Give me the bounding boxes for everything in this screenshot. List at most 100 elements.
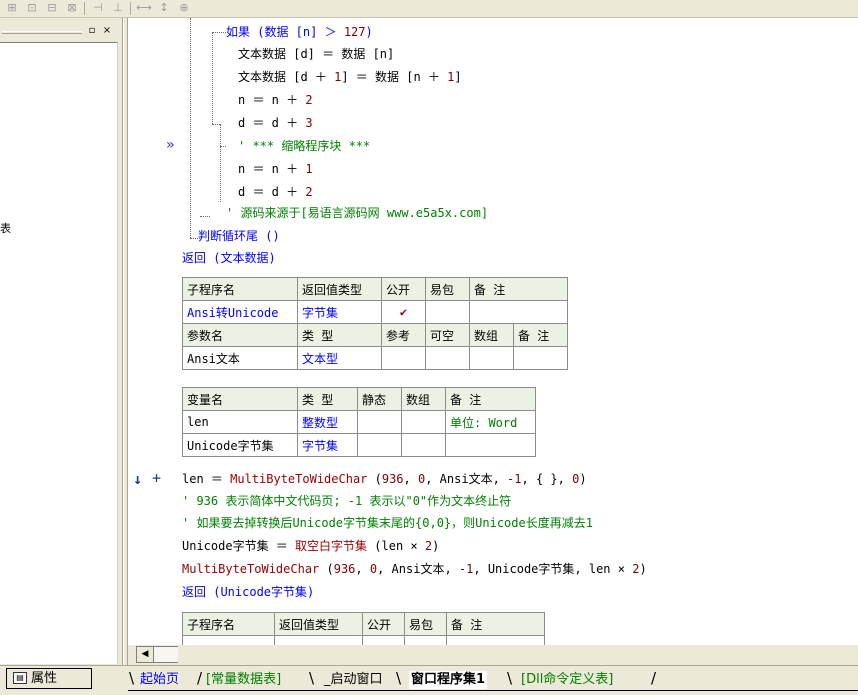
table-cell[interactable] — [357, 410, 402, 434]
table-row[interactable]: Ansi转Unicode 字节集 ✔ — [182, 300, 568, 324]
code-line[interactable]: ' 936 表示简体中文代码页; -1 表示以"0"作为文本终止符 — [182, 493, 511, 509]
code-token: 如果 (数据 [n] ＞ — [226, 25, 344, 39]
code-token: , Ansi文本, — [377, 562, 459, 576]
table-cell[interactable] — [362, 635, 405, 645]
properties-tab[interactable]: ▤ 属性 — [6, 668, 92, 689]
minimize-icon[interactable]: ▫ — [86, 25, 98, 37]
code-token: ) — [639, 562, 647, 576]
table-header-cell: 易包 — [404, 612, 447, 636]
variable-table: 变量名 类 型 静态 数组 备 注 len 整数型 单位: Word Unico… — [182, 387, 536, 457]
code-line[interactable]: 文本数据 [d ＋ 1] ＝ 数据 [n ＋ 1] — [238, 69, 462, 85]
horizontal-scrollbar[interactable]: ◀ — [128, 645, 858, 665]
tab-divider: / — [651, 669, 657, 687]
panel-grip[interactable] — [2, 31, 82, 34]
table-header-cell: 静态 — [357, 387, 402, 411]
table-cell[interactable] — [513, 346, 568, 370]
code-token: , — [403, 472, 418, 486]
code-line[interactable]: ' *** 缩略程序块 *** — [238, 138, 370, 154]
table-row[interactable]: Unicode字节集 字节集 — [182, 433, 536, 457]
arrow-down-icon[interactable]: ↓ — [133, 471, 142, 487]
code-token: 3 — [305, 116, 313, 130]
table-cell[interactable] — [445, 433, 536, 457]
tab-divider: \ — [309, 669, 315, 687]
align-center-icon[interactable]: ⊡ — [24, 1, 40, 15]
code-line[interactable]: len ＝ MultiByteToWideChar (936, 0, Ansi文… — [182, 471, 587, 487]
table-cell[interactable] — [401, 433, 446, 457]
subroutine-name-cell[interactable]: Ansi转Unicode — [182, 300, 298, 324]
table-cell[interactable] — [469, 300, 568, 324]
table-cell[interactable] — [425, 300, 470, 324]
tab-1[interactable]: [常量数据表] — [206, 671, 281, 689]
code-line[interactable]: d ＝ d ＋ 3 — [238, 115, 313, 131]
same-width-icon[interactable]: ⟷ — [136, 1, 152, 15]
table-row[interactable] — [182, 635, 545, 645]
code-token: ) — [432, 539, 440, 553]
align-left-icon[interactable]: ⊞ — [4, 1, 20, 15]
code-token: len ＝ — [182, 472, 231, 486]
table-header-cell: 返回值类型 — [274, 612, 363, 636]
table-cell[interactable] — [182, 635, 275, 645]
var-note-cell[interactable]: 单位: Word — [445, 410, 536, 434]
same-size-icon[interactable]: ⊕ — [176, 1, 192, 15]
code-token: ' 如果要去掉转换后Unicode字节集末尾的{0,0}，则Unicode长度再… — [182, 516, 593, 530]
var-name-cell[interactable]: len — [182, 410, 298, 434]
param-type-cell[interactable]: 文本型 — [297, 346, 382, 370]
code-line[interactable]: ' 源码来源于[易语言源码网 www.e5a5x.com] — [226, 205, 488, 221]
code-line[interactable]: 判断循环尾 () — [198, 228, 280, 244]
plus-icon[interactable]: + — [152, 470, 161, 486]
code-line[interactable]: 返回 (Unicode字节集) — [182, 584, 314, 600]
code-token: 1 — [305, 162, 313, 176]
properties-icon: ▤ — [13, 672, 27, 684]
var-type-cell[interactable]: 字节集 — [297, 433, 358, 457]
code-line[interactable]: 返回 (文本数据) — [182, 250, 276, 266]
code-line[interactable]: ' 如果要去掉转换后Unicode字节集末尾的{0,0}，则Unicode长度再… — [182, 515, 593, 531]
param-name-cell[interactable]: Ansi文本 — [182, 346, 298, 370]
table-header-cell: 易包 — [425, 277, 470, 301]
code-token: , — [355, 562, 370, 576]
code-line[interactable]: Unicode字节集 ＝ 取空白字节集 (len × 2) — [182, 538, 439, 554]
distribute-h-icon[interactable]: ⊣ — [90, 1, 106, 15]
tab-4[interactable]: [Dll命令定义表] — [521, 671, 613, 689]
public-checkmark-icon[interactable]: ✔ — [381, 300, 426, 324]
table-cell[interactable] — [404, 635, 447, 645]
code-token: 936 — [381, 472, 404, 486]
code-line[interactable]: n ＝ n ＋ 1 — [238, 161, 313, 177]
close-icon[interactable]: × — [101, 25, 113, 37]
same-height-icon[interactable]: ↕ — [156, 1, 172, 15]
tab-3[interactable]: 窗口程序集1 — [409, 671, 488, 689]
table-cell[interactable] — [425, 346, 470, 370]
table-header-cell: 公开 — [362, 612, 405, 636]
table-cell[interactable] — [357, 433, 402, 457]
code-editor[interactable]: » ↓ + 如果 (数据 [n] ＞ 127) 文本数据 [d] ＝ 数据 [n]… — [128, 18, 858, 645]
table-row[interactable]: Ansi文本 文本型 — [182, 346, 568, 370]
code-line[interactable]: MultiByteToWideChar (936, 0, Ansi文本, -1,… — [182, 561, 647, 577]
table-header-cell: 备 注 — [446, 612, 545, 636]
var-name-cell[interactable]: Unicode字节集 — [182, 433, 298, 457]
code-line[interactable]: 如果 (数据 [n] ＞ 127) — [226, 24, 373, 40]
return-type-cell[interactable]: 字节集 — [297, 300, 382, 324]
distribute-v-icon[interactable]: ⊥ — [110, 1, 126, 15]
table-cell[interactable] — [401, 410, 446, 434]
fold-marker-icon[interactable]: » — [166, 137, 174, 153]
align-middle-icon[interactable]: ⊠ — [64, 1, 80, 15]
tab-2[interactable]: _启动窗口 — [324, 671, 383, 689]
code-line[interactable]: d ＝ d ＋ 2 — [238, 184, 313, 200]
var-type-cell[interactable]: 整数型 — [297, 410, 358, 434]
if-guide — [212, 124, 220, 125]
subroutine-table-2: 子程序名 返回值类型 公开 易包 备 注 — [182, 612, 545, 645]
table-cell[interactable] — [381, 346, 426, 370]
table-cell[interactable] — [469, 346, 514, 370]
scroll-track[interactable] — [154, 646, 178, 663]
table-row[interactable]: len 整数型 单位: Word — [182, 410, 536, 434]
align-top-icon[interactable]: ⊟ — [44, 1, 60, 15]
table-header-cell: 类 型 — [297, 387, 358, 411]
scroll-left-icon[interactable]: ◀ — [136, 646, 154, 663]
code-line[interactable]: 文本数据 [d] ＝ 数据 [n] — [238, 46, 394, 62]
code-token: MultiByteToWideChar — [182, 562, 320, 576]
code-token: -1 — [507, 472, 522, 486]
code-line[interactable]: n ＝ n ＋ 2 — [238, 92, 313, 108]
tab-0[interactable]: 起始页 — [140, 671, 179, 689]
table-cell[interactable] — [446, 635, 545, 645]
code-token: 2 — [305, 185, 313, 199]
table-cell[interactable] — [274, 635, 363, 645]
